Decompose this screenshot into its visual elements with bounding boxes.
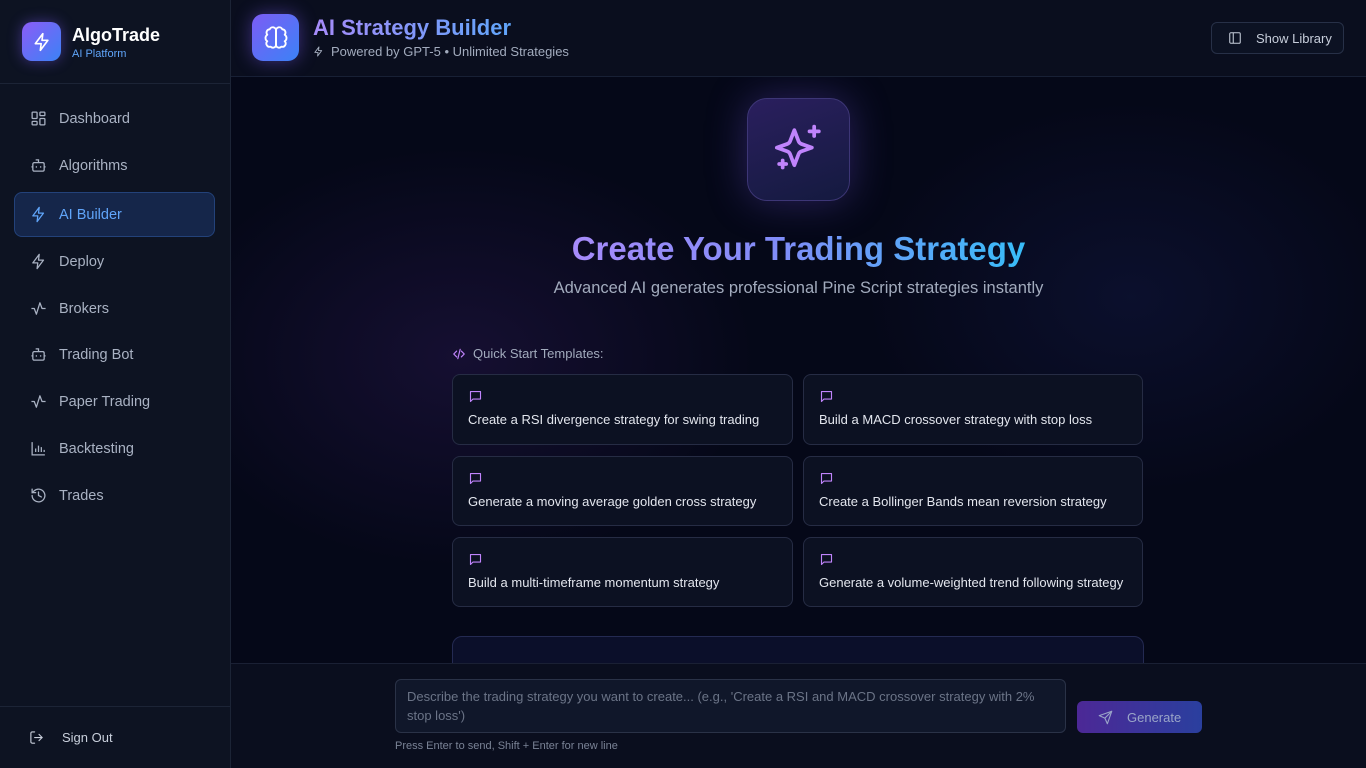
- quick-start-label-text: Quick Start Templates:: [473, 346, 604, 361]
- template-label: Create a RSI divergence strategy for swi…: [468, 412, 760, 427]
- strategy-prompt-input[interactable]: Describe the trading strategy you want t…: [395, 679, 1066, 733]
- show-library-label: Show Library: [1256, 30, 1332, 46]
- sidebar-item-label: AI Builder: [59, 206, 122, 223]
- page-header: AI Strategy Builder Powered by GPT-5 • U…: [231, 0, 1366, 77]
- sign-out-button[interactable]: Sign Out: [0, 706, 230, 768]
- template-card[interactable]: Generate a volume-weighted trend followi…: [803, 537, 1143, 607]
- page-subtitle: Powered by GPT-5 • Unlimited Strategies: [313, 44, 569, 59]
- keyboard-hint: Press Enter to send, Shift + Enter for n…: [395, 740, 618, 752]
- template-label: Generate a volume-weighted trend followi…: [819, 575, 1124, 590]
- send-icon: [1098, 710, 1113, 724]
- sidebar-item-label: Backtesting: [59, 440, 134, 457]
- message-icon: [469, 390, 482, 403]
- robot-icon: [31, 348, 46, 361]
- panel-icon: [1229, 32, 1241, 44]
- lightning-icon: [22, 22, 61, 61]
- template-card[interactable]: Build a multi-timeframe momentum strateg…: [452, 537, 793, 607]
- history-icon: [31, 488, 46, 503]
- lightning-icon: [314, 46, 323, 57]
- brand: AlgoTrade AI Platform: [0, 0, 230, 84]
- sidebar-item-brokers[interactable]: Brokers: [14, 286, 215, 331]
- code-icon: [453, 348, 465, 359]
- robot-icon: [31, 159, 46, 172]
- activity-icon: [31, 395, 46, 408]
- brain-icon: [252, 14, 299, 61]
- template-label: Generate a moving average golden cross s…: [468, 494, 757, 509]
- brand-subtitle: AI Platform: [72, 47, 127, 60]
- page-subtitle-text: Powered by GPT-5 • Unlimited Strategies: [331, 44, 569, 59]
- sidebar-item-trading-bot[interactable]: Trading Bot: [14, 332, 215, 377]
- template-label: Build a multi-timeframe momentum strateg…: [468, 575, 720, 590]
- sidebar: AlgoTrade AI Platform Dashboard Algorith…: [0, 0, 231, 768]
- message-icon: [820, 390, 833, 403]
- sidebar-item-ai-builder[interactable]: AI Builder: [14, 192, 215, 237]
- template-label: Build a MACD crossover strategy with sto…: [819, 412, 1093, 427]
- template-card[interactable]: Create a Bollinger Bands mean reversion …: [803, 456, 1143, 526]
- sidebar-item-backtesting[interactable]: Backtesting: [14, 426, 215, 471]
- page-title: AI Strategy Builder: [313, 15, 512, 40]
- hero-title-text: Create Your Trading Strategy: [571, 230, 1026, 267]
- template-label: Create a Bollinger Bands mean reversion …: [819, 494, 1107, 509]
- lightning-icon: [32, 206, 45, 223]
- sidebar-item-label: Deploy: [59, 253, 105, 270]
- sidebar-item-trades[interactable]: Trades: [14, 473, 215, 518]
- sparkles-icon: [747, 98, 850, 201]
- template-card[interactable]: Build a MACD crossover strategy with sto…: [803, 374, 1143, 445]
- show-library-button[interactable]: Show Library: [1211, 22, 1344, 54]
- message-icon: [820, 472, 833, 485]
- sidebar-item-label: Algorithms: [59, 157, 128, 174]
- message-icon: [469, 553, 482, 566]
- activity-icon: [31, 302, 46, 315]
- hero-title: Create Your Trading Strategy: [231, 230, 1366, 268]
- sidebar-item-label: Trading Bot: [59, 346, 134, 363]
- brand-name: AlgoTrade: [72, 24, 161, 45]
- log-out-icon: [30, 731, 43, 744]
- generate-label: Generate: [1127, 709, 1182, 725]
- sidebar-item-label: Paper Trading: [59, 393, 151, 410]
- template-card[interactable]: Create a RSI divergence strategy for swi…: [452, 374, 793, 445]
- main-content: Create Your Trading Strategy Advanced AI…: [231, 77, 1366, 663]
- quick-start-label: Quick Start Templates:: [452, 346, 604, 361]
- lightning-icon: [32, 253, 45, 270]
- sidebar-item-dashboard[interactable]: Dashboard: [14, 96, 215, 141]
- sidebar-item-deploy[interactable]: Deploy: [14, 239, 215, 284]
- sidebar-item-label: Trades: [59, 487, 104, 504]
- composer: Describe the trading strategy you want t…: [231, 663, 1366, 768]
- message-icon: [820, 553, 833, 566]
- sidebar-item-paper-trading[interactable]: Paper Trading: [14, 379, 215, 424]
- bar-chart-icon: [31, 442, 45, 456]
- sidebar-item-algorithms[interactable]: Algorithms: [14, 143, 215, 188]
- sign-out-label: Sign Out: [62, 730, 113, 745]
- message-icon: [469, 472, 482, 485]
- dashboard-icon: [31, 111, 46, 126]
- sidebar-item-label: Brokers: [59, 300, 109, 317]
- generate-button[interactable]: Generate: [1077, 701, 1202, 733]
- hero-subtitle: Advanced AI generates professional Pine …: [553, 279, 1044, 297]
- content-panel-peek: [452, 636, 1144, 663]
- template-card[interactable]: Generate a moving average golden cross s…: [452, 456, 793, 526]
- sidebar-item-label: Dashboard: [59, 110, 130, 127]
